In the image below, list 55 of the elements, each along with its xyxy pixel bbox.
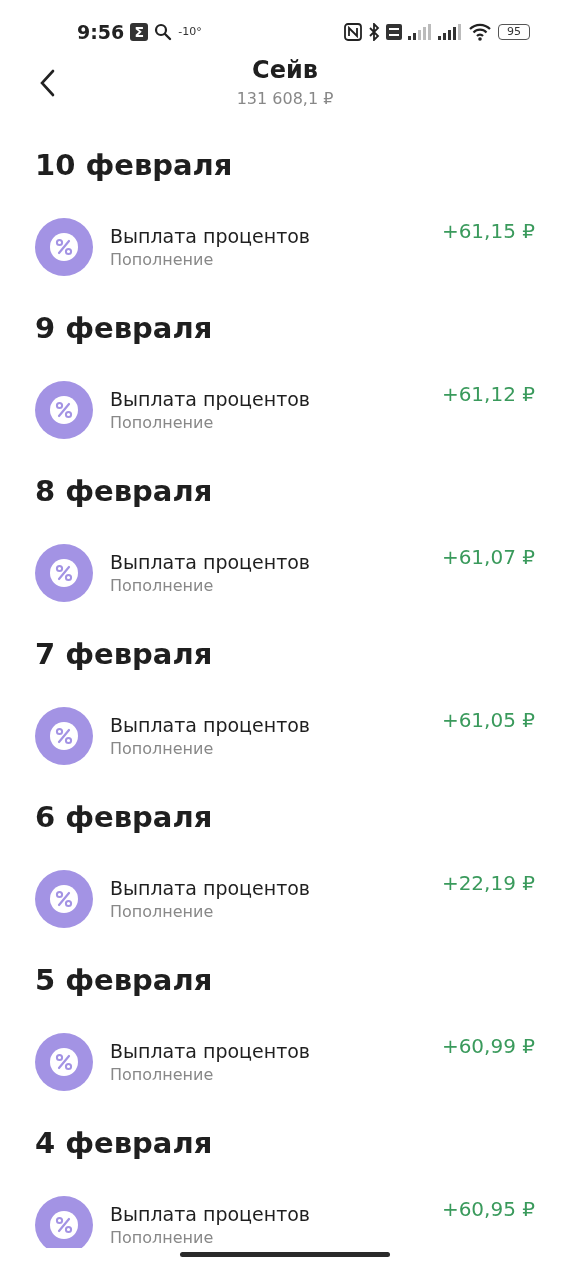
transaction-amount: +22,19 ₽ <box>441 871 535 895</box>
transaction-amount: +61,07 ₽ <box>441 545 535 569</box>
date-heading: 4 февраля <box>34 1125 214 1162</box>
temperature: -10° <box>178 25 202 38</box>
transaction-category: Пополнение <box>110 574 214 597</box>
transaction-title: Выплата процентов <box>110 223 311 249</box>
transaction-category: Пополнение <box>110 411 214 434</box>
transaction-title: Выплата процентов <box>110 1038 311 1064</box>
battery-indicator: 95 <box>498 23 530 40</box>
signal-icon <box>438 23 462 40</box>
transaction-category: Пополнение <box>110 248 214 271</box>
percent-icon <box>35 706 93 765</box>
nfc-icon <box>344 22 362 41</box>
date-heading: 5 февраля <box>34 962 214 999</box>
percent-icon <box>35 1032 93 1091</box>
transaction-row[interactable]: Выплата процентов Пополнение +22,19 ₽ <box>0 847 570 950</box>
transaction-row[interactable]: Выплата процентов Пополнение +61,05 ₽ <box>0 684 570 787</box>
percent-icon <box>35 380 93 439</box>
transaction-title: Выплата процентов <box>110 386 311 412</box>
percent-icon <box>35 1195 93 1248</box>
transaction-title: Выплата процентов <box>110 712 311 738</box>
notification-icon: Σ <box>130 22 149 41</box>
bluetooth-icon <box>368 22 380 41</box>
transaction-row[interactable]: Выплата процентов Пополнение +61,07 ₽ <box>0 521 570 624</box>
transaction-amount: +60,99 ₽ <box>441 1034 535 1058</box>
status-time: 9:56 <box>77 20 125 43</box>
transaction-row[interactable]: Выплата процентов Пополнение +60,95 ₽ <box>0 1173 570 1248</box>
transaction-amount: +61,15 ₽ <box>441 219 535 243</box>
balance: 131 608,1 ₽ <box>235 88 335 110</box>
transaction-title: Выплата процентов <box>110 1201 311 1227</box>
signal-icon <box>408 23 432 40</box>
wifi-icon <box>468 22 492 41</box>
date-heading: 6 февраля <box>34 799 214 836</box>
transaction-category: Пополнение <box>110 1063 214 1086</box>
percent-icon <box>35 217 93 276</box>
date-heading: 8 февраля <box>34 473 214 510</box>
date-heading: 10 февраля <box>34 147 234 184</box>
transaction-row[interactable]: Выплата процентов Пополнение +61,12 ₽ <box>0 358 570 461</box>
transaction-category: Пополнение <box>110 1226 214 1248</box>
percent-icon <box>35 869 93 928</box>
transaction-title: Выплата процентов <box>110 875 311 901</box>
page-title: Сейв <box>252 55 318 85</box>
transaction-category: Пополнение <box>110 900 214 923</box>
transaction-amount: +61,05 ₽ <box>441 708 535 732</box>
transaction-title: Выплата процентов <box>110 549 311 575</box>
percent-icon <box>35 543 93 602</box>
date-heading: 9 февраля <box>34 310 214 347</box>
date-heading: 7 февраля <box>34 636 214 673</box>
transaction-row[interactable]: Выплата процентов Пополнение +60,99 ₽ <box>0 1010 570 1113</box>
transaction-row[interactable]: Выплата процентов Пополнение +61,15 ₽ <box>0 195 570 298</box>
transaction-amount: +61,12 ₽ <box>441 382 535 406</box>
search-icon <box>154 22 173 41</box>
back-icon[interactable] <box>38 69 56 97</box>
transaction-category: Пополнение <box>110 737 214 760</box>
transaction-amount: +60,95 ₽ <box>441 1197 535 1221</box>
